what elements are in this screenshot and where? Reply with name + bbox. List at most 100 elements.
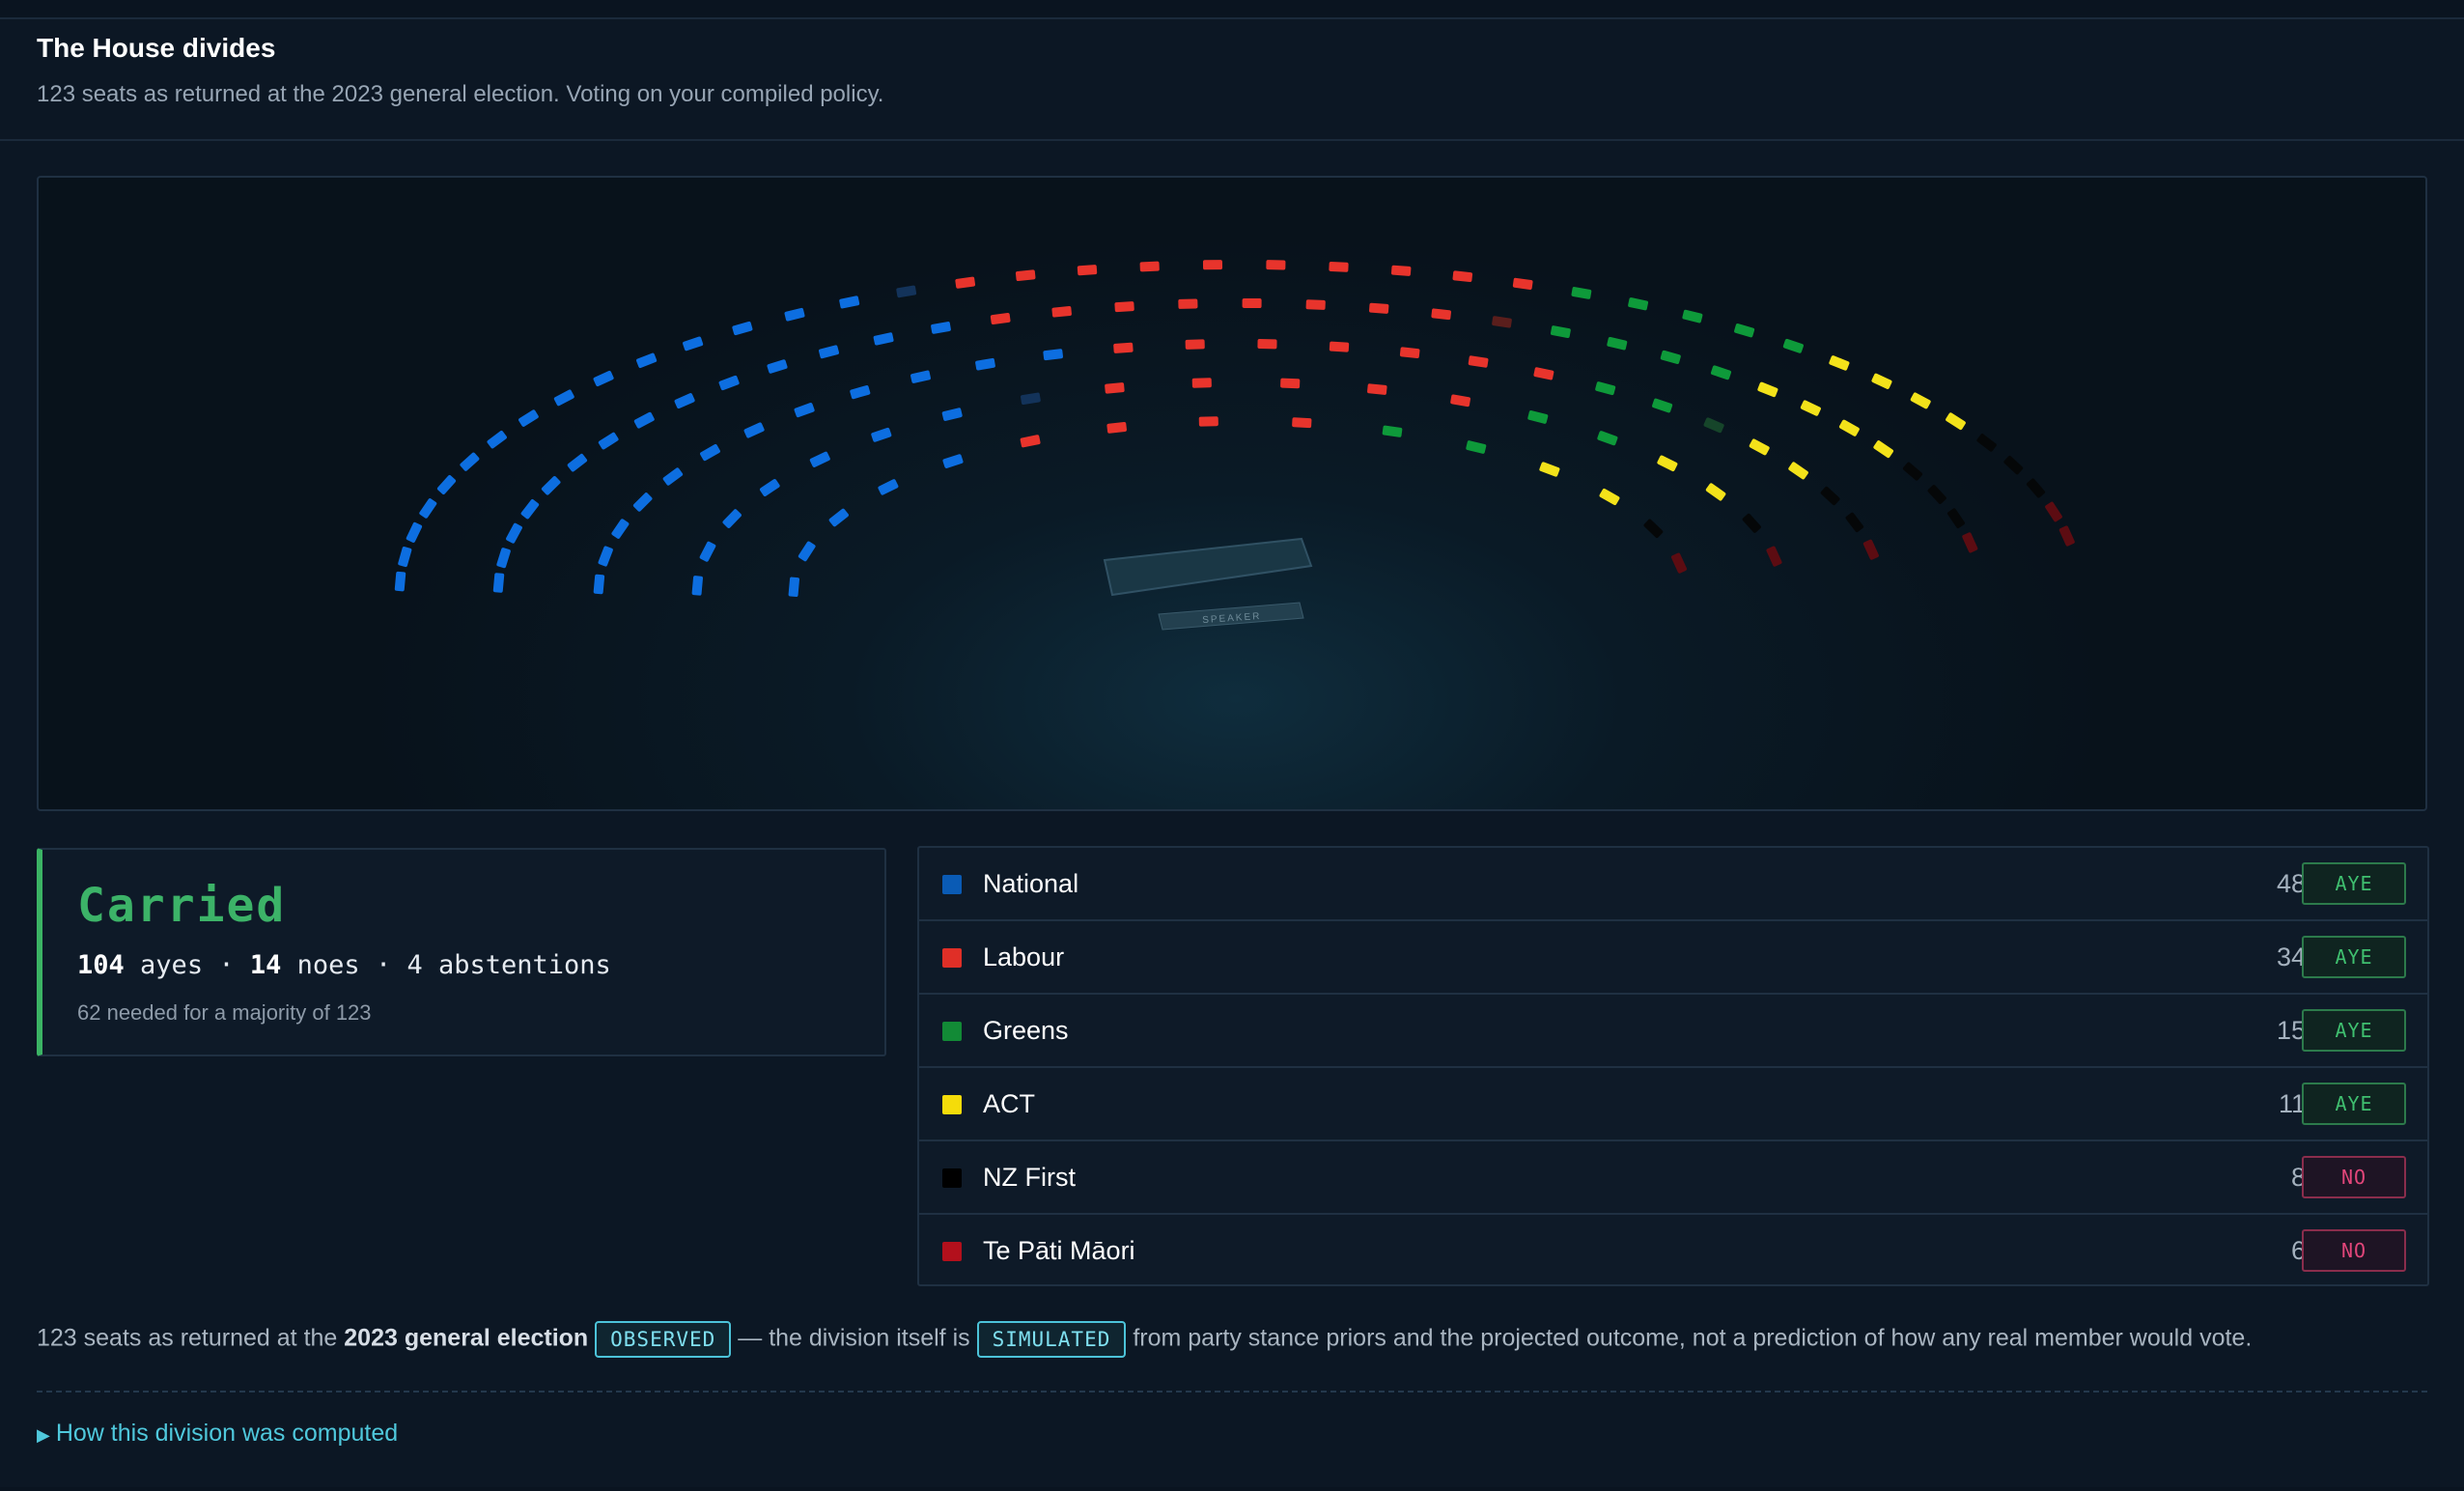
seat bbox=[1139, 261, 1160, 272]
vote-badge: NO bbox=[2302, 1156, 2406, 1198]
seat bbox=[1492, 316, 1512, 328]
party-row-greens: Greens 15 AYE bbox=[919, 995, 2427, 1068]
party-name: Greens bbox=[983, 1016, 1069, 1045]
seat bbox=[1829, 355, 1850, 371]
seat bbox=[1749, 438, 1770, 456]
seat bbox=[743, 422, 765, 438]
seat bbox=[520, 499, 540, 520]
divider bbox=[37, 1391, 2427, 1393]
seat bbox=[1571, 287, 1592, 299]
seat bbox=[436, 475, 457, 494]
seat bbox=[1257, 339, 1277, 350]
seat bbox=[492, 573, 505, 593]
tally-separator: · bbox=[375, 950, 392, 980]
party-name: Labour bbox=[983, 942, 1065, 971]
seat bbox=[788, 577, 800, 598]
ayes-label: ayes bbox=[140, 950, 204, 980]
party-name: ACT bbox=[983, 1089, 1035, 1118]
note-text: from party stance priors and the project… bbox=[1133, 1324, 2253, 1352]
seat bbox=[2058, 525, 2075, 547]
seat bbox=[784, 307, 805, 322]
seat bbox=[632, 492, 653, 512]
seat bbox=[955, 276, 976, 289]
result-outcome: Carried bbox=[77, 879, 287, 933]
note-text: — the division itself is bbox=[738, 1324, 970, 1352]
seat bbox=[1466, 440, 1487, 454]
panel-header: The House divides 123 seats as returned … bbox=[0, 19, 2464, 141]
observed-tag: OBSERVED bbox=[595, 1321, 732, 1358]
seat bbox=[1191, 378, 1212, 388]
seat bbox=[460, 452, 480, 471]
seat bbox=[878, 479, 899, 495]
seat bbox=[839, 295, 860, 309]
seat bbox=[910, 370, 931, 383]
seat bbox=[1266, 260, 1286, 270]
vote-badge: AYE bbox=[2302, 862, 2406, 905]
seat bbox=[1367, 383, 1387, 395]
seat bbox=[1292, 417, 1312, 429]
seat bbox=[1599, 488, 1620, 506]
seat bbox=[1305, 299, 1326, 310]
party-color-swatch bbox=[942, 1095, 962, 1114]
seat bbox=[1202, 260, 1223, 270]
seat bbox=[759, 479, 780, 496]
simulated-tag: SIMULATED bbox=[976, 1321, 1127, 1358]
seat bbox=[394, 571, 406, 592]
seat bbox=[1873, 440, 1893, 459]
note-text: 123 seats as returned at the bbox=[37, 1324, 338, 1352]
seat bbox=[1800, 400, 1821, 416]
seat bbox=[1788, 462, 1808, 480]
seat bbox=[636, 352, 658, 369]
seat bbox=[1468, 355, 1489, 368]
seat bbox=[1512, 277, 1533, 290]
seat bbox=[1178, 298, 1198, 309]
seat bbox=[674, 393, 695, 409]
seat bbox=[598, 432, 619, 450]
seat bbox=[896, 285, 917, 298]
top-bar bbox=[0, 0, 2464, 19]
tally-separator: · bbox=[218, 950, 235, 980]
seat bbox=[1198, 416, 1218, 427]
seat bbox=[541, 476, 561, 495]
seat bbox=[1628, 297, 1649, 311]
seat bbox=[1962, 532, 1978, 553]
seat bbox=[1015, 269, 1036, 282]
seat bbox=[1734, 324, 1755, 338]
vote-badge: AYE bbox=[2302, 936, 2406, 978]
seat bbox=[1533, 367, 1554, 380]
seat bbox=[2003, 455, 2024, 475]
seat bbox=[931, 322, 951, 334]
seat bbox=[1838, 419, 1860, 436]
seat bbox=[1670, 552, 1688, 574]
seat bbox=[2027, 478, 2045, 498]
seat bbox=[662, 467, 684, 486]
seat bbox=[1657, 455, 1678, 472]
seat bbox=[1845, 512, 1864, 533]
party-row-nz-first: NZ First 8 NO bbox=[919, 1141, 2427, 1215]
seat bbox=[1021, 392, 1041, 406]
seat bbox=[1660, 350, 1681, 364]
vote-badge: AYE bbox=[2302, 1009, 2406, 1052]
seat bbox=[406, 521, 423, 543]
seat bbox=[611, 519, 630, 539]
seat bbox=[567, 453, 588, 472]
seat bbox=[1862, 539, 1879, 560]
chamber-svg: SPEAKER bbox=[394, 260, 2075, 631]
seat bbox=[691, 576, 703, 596]
provenance-note: 123 seats as returned at the 2023 genera… bbox=[37, 1321, 2431, 1360]
seat bbox=[633, 411, 655, 429]
seat bbox=[990, 312, 1011, 325]
seat bbox=[1643, 519, 1664, 538]
speaker-desk: SPEAKER bbox=[1103, 537, 1313, 631]
panel-title: The House divides bbox=[37, 33, 276, 63]
computation-disclosure-toggle[interactable]: ▶ How this division was computed bbox=[37, 1420, 398, 1448]
party-row-national: National 48 AYE bbox=[919, 848, 2427, 921]
seat bbox=[767, 359, 788, 374]
seat bbox=[1757, 381, 1778, 398]
seat bbox=[1703, 417, 1724, 434]
seat bbox=[850, 385, 871, 400]
seat bbox=[722, 509, 742, 528]
party-row-labour: Labour 34 AYE bbox=[919, 921, 2427, 995]
party-color-swatch bbox=[942, 1168, 962, 1188]
seat bbox=[1450, 394, 1470, 408]
